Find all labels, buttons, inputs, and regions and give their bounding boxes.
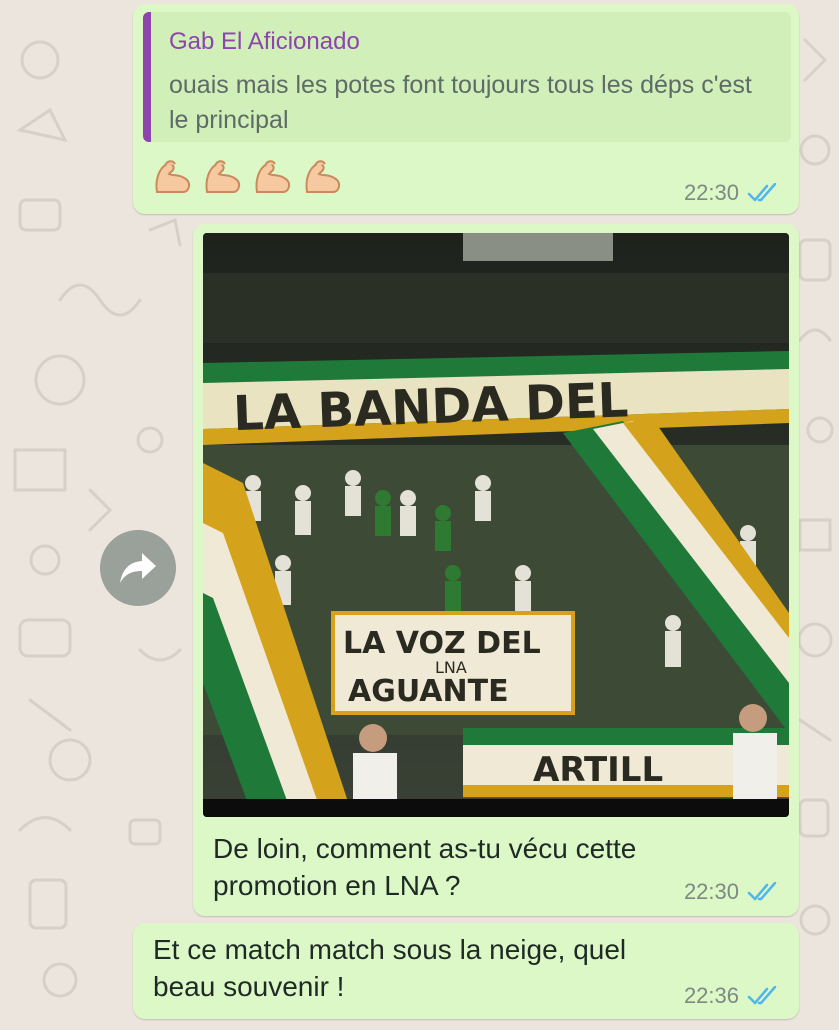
stadium-photo: LA BANDA DEL LA VOZ DEL LNA AGUANTE ARTI… bbox=[203, 233, 789, 817]
image-caption: De loin, comment as-tu vécu cette promot… bbox=[213, 833, 637, 901]
quote-accent-bar bbox=[143, 12, 151, 142]
flexed-biceps-icon bbox=[255, 160, 291, 193]
flexed-biceps-icon bbox=[155, 160, 191, 193]
message-time: 22:36 bbox=[683, 983, 739, 1008]
message-time: 22:30 bbox=[683, 879, 739, 904]
forward-button[interactable] bbox=[100, 530, 176, 606]
emoji-row bbox=[151, 154, 345, 198]
message-bubble-image[interactable]: LA BANDA DEL LA VOZ DEL LNA AGUANTE ARTI… bbox=[193, 224, 799, 916]
quote-author: Gab El Aficionado bbox=[169, 28, 360, 55]
banner-mid-line1: LA VOZ DEL bbox=[343, 626, 541, 661]
message-meta: 22:30 bbox=[684, 879, 781, 905]
banner-bottom-text: ARTILL bbox=[533, 750, 663, 790]
message-time: 22:30 bbox=[683, 180, 739, 205]
banner-mid-line2: AGUANTE bbox=[348, 674, 509, 709]
forward-arrow-icon bbox=[120, 553, 156, 583]
message-meta: 22:30 bbox=[684, 180, 781, 206]
message-photo[interactable]: LA BANDA DEL LA VOZ DEL LNA AGUANTE ARTI… bbox=[203, 233, 789, 817]
double-check-read-icon bbox=[747, 183, 777, 202]
double-check-read-icon bbox=[747, 882, 777, 901]
message-bubble-text[interactable]: Et ce match match sous la neige, quel be… bbox=[133, 923, 799, 1019]
quoted-message[interactable]: Gab El Aficionado ouais mais les potes f… bbox=[143, 12, 791, 142]
message-text: Et ce match match sous la neige, quel be… bbox=[153, 934, 627, 1002]
message-bubble-reply[interactable]: Gab El Aficionado ouais mais les potes f… bbox=[133, 4, 799, 214]
quote-text: ouais mais les potes font toujours tous … bbox=[169, 71, 752, 134]
flexed-biceps-icon bbox=[305, 160, 341, 193]
flexed-biceps-icon bbox=[205, 160, 241, 193]
message-meta: 22:36 bbox=[684, 983, 781, 1009]
double-check-read-icon bbox=[747, 986, 777, 1005]
